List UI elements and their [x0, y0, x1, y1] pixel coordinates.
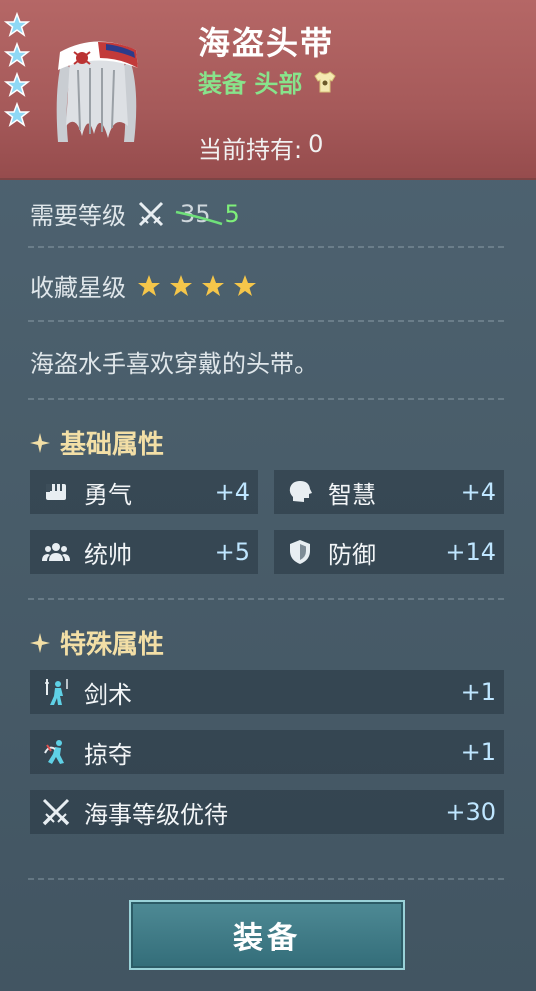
gold-star-icon: [234, 274, 256, 296]
collection-rarity-label: 收藏星级: [30, 274, 126, 302]
basic-attributes-title: 基础属性: [30, 424, 164, 461]
owned-label: 当前持有:: [198, 136, 303, 164]
divider: [28, 878, 504, 880]
attr-defense: 防御 +14: [274, 530, 504, 574]
head-icon: [282, 476, 318, 508]
required-level-old: 35: [175, 200, 223, 228]
shield-icon: [282, 536, 318, 568]
item-type: 装备 头部: [198, 64, 338, 99]
collection-rarity-row: 收藏星级: [30, 268, 258, 303]
attr-swordsmanship: 剑术 +1: [30, 670, 504, 714]
divider: [28, 598, 504, 600]
item-description: 海盗水手喜欢穿戴的头带。: [30, 350, 318, 378]
fist-icon: [38, 476, 74, 508]
quality-star-icon: [4, 102, 30, 128]
group-icon: [38, 536, 74, 568]
required-level-new: 5: [224, 199, 240, 228]
gold-star-icon: [202, 274, 224, 296]
swordsman-icon: [38, 676, 74, 708]
quality-star-badges: [4, 12, 34, 132]
special-attributes-title: 特殊属性: [30, 624, 164, 661]
sparkle-icon: [30, 432, 50, 453]
required-level-row: 需要等级 35 5: [30, 196, 240, 231]
item-detail-panel: 海盗头带 装备 头部 当前持有: 0 需要等级 35 5 收藏星级 海盗水手喜欢…: [0, 0, 536, 991]
owned-count: 当前持有: 0: [198, 130, 323, 165]
item-title: 海盗头带: [198, 24, 335, 62]
attr-wisdom: 智慧 +4: [274, 470, 504, 514]
sparkle-icon: [30, 632, 50, 653]
quality-star-icon: [4, 12, 30, 38]
attr-leadership: 统帅 +5: [30, 530, 258, 574]
crossed-swords-icon: [38, 796, 74, 828]
divider: [28, 398, 504, 400]
item-header: 海盗头带 装备 头部 当前持有: 0: [0, 0, 536, 180]
divider: [28, 320, 504, 322]
crossed-swords-icon: [136, 199, 166, 229]
shirt-icon: [312, 69, 338, 95]
rarity-stars: [136, 273, 258, 299]
attr-courage: 勇气 +4: [30, 470, 258, 514]
divider: [28, 246, 504, 248]
pirate-headband-icon: [44, 30, 148, 148]
owned-value: 0: [308, 130, 324, 158]
gold-star-icon: [138, 274, 160, 296]
required-level-label: 需要等级: [30, 202, 126, 230]
attr-plunder: 掠夺 +1: [30, 730, 504, 774]
plunder-icon: [38, 736, 74, 768]
quality-star-icon: [4, 72, 30, 98]
equip-button[interactable]: 装备: [129, 900, 405, 970]
item-type-label: 装备 头部: [198, 70, 303, 98]
quality-star-icon: [4, 42, 30, 68]
gold-star-icon: [170, 274, 192, 296]
attr-maritime-level-bonus: 海事等级优待 +30: [30, 790, 504, 834]
